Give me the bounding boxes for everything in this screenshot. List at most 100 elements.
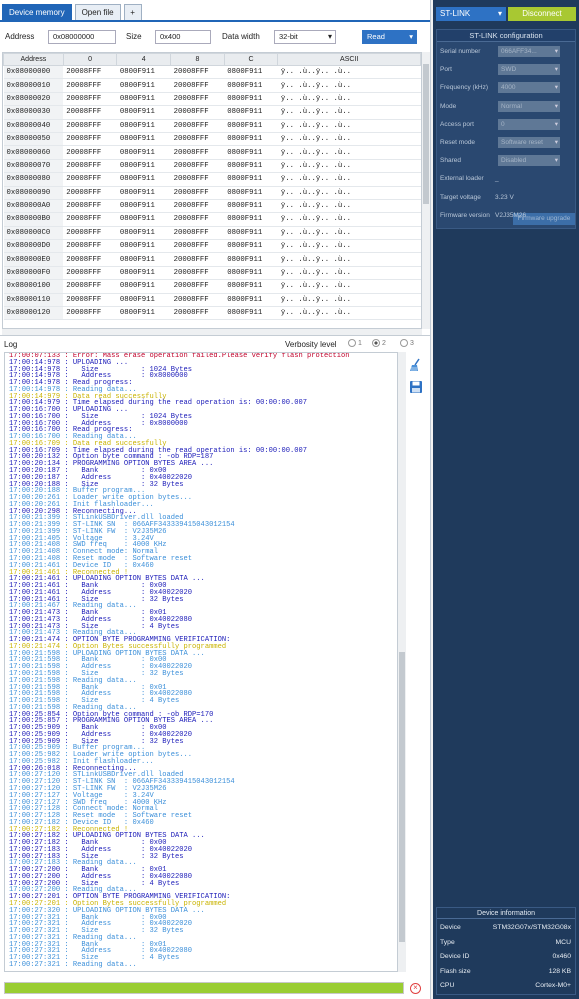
ascii-cell[interactable]: ÿ.. .ù..ÿ.. .ù.. (277, 199, 421, 214)
memory-value-cell[interactable]: 0800F911 (116, 65, 171, 80)
ascii-cell[interactable]: ÿ.. .ù..ÿ.. .ù.. (277, 65, 421, 80)
config-select[interactable]: SWD (498, 64, 560, 76)
memory-address-cell[interactable]: 0x080000A0 (3, 199, 64, 214)
config-select[interactable]: Software reset (498, 137, 560, 148)
memory-value-cell[interactable]: 0800F911 (224, 105, 278, 120)
memory-row[interactable]: 0x08000090 20008FFF 0800F911 20008FFF 0800F9… (3, 186, 421, 200)
ascii-cell[interactable]: ÿ.. .ù..ÿ.. .ù.. (277, 212, 421, 227)
add-tab-button[interactable]: + (123, 4, 142, 20)
ascii-cell[interactable]: ÿ.. .ù..ÿ.. .ù.. (277, 306, 421, 321)
memory-row[interactable]: 0x08000000 20008FFF 0800F911 20008FFF 0800F9… (3, 65, 421, 80)
memory-value-cell[interactable]: 0800F911 (116, 252, 171, 267)
memory-row[interactable]: 0x080000C0 20008FFF 0800F911 20008FFF 0800F9… (3, 226, 421, 241)
ascii-cell[interactable]: ÿ.. .ù..ÿ.. .ù.. (277, 226, 421, 241)
memory-value-cell[interactable]: 0800F911 (116, 199, 171, 214)
memory-value-cell[interactable]: 0800F911 (116, 92, 171, 107)
memory-value-cell[interactable]: 0800F911 (224, 239, 278, 254)
memory-value-cell[interactable]: 20008FFF (170, 132, 225, 147)
memory-value-cell[interactable]: 0800F911 (116, 279, 171, 294)
memory-row[interactable]: 0x08000060 20008FFF 0800F911 20008FFF 0800F9… (3, 145, 421, 160)
panel-splitter[interactable] (0, 335, 430, 336)
memory-value-cell[interactable]: 0800F911 (116, 306, 171, 321)
ascii-cell[interactable]: ÿ.. .ù..ÿ.. .ù.. (277, 293, 421, 308)
memory-value-cell[interactable]: 0800F911 (116, 293, 171, 308)
memory-value-cell[interactable]: 0800F911 (224, 252, 278, 267)
memory-value-cell[interactable]: 20008FFF (63, 145, 117, 160)
memory-value-cell[interactable]: 0800F911 (116, 226, 171, 241)
memory-value-cell[interactable]: 0800F911 (224, 172, 278, 187)
memory-value-cell[interactable]: 0800F911 (116, 119, 171, 133)
memory-row[interactable]: 0x08000040 20008FFF 0800F911 20008FFF 0800F9… (3, 119, 421, 133)
disconnect-button[interactable]: Disconnect (508, 7, 576, 21)
memory-value-cell[interactable]: 20008FFF (170, 226, 225, 241)
memory-address-cell[interactable]: 0x08000070 (3, 159, 64, 174)
ascii-cell[interactable]: ÿ.. .ù..ÿ.. .ù.. (277, 279, 421, 294)
ascii-cell[interactable]: ÿ.. .ù..ÿ.. .ù.. (277, 92, 421, 107)
memory-row[interactable]: 0x08000010 20008FFF 0800F911 20008FFF 0800F9… (3, 78, 421, 93)
memory-value-cell[interactable]: 0800F911 (116, 266, 171, 281)
address-input[interactable]: 0x08000000 (48, 30, 116, 44)
ascii-cell[interactable]: ÿ.. .ù..ÿ.. .ù.. (277, 159, 421, 174)
probe-select[interactable]: ST-LINK (436, 7, 506, 21)
memory-value-cell[interactable]: 0800F911 (224, 186, 278, 200)
memory-value-cell[interactable]: 20008FFF (170, 119, 225, 133)
ascii-cell[interactable]: ÿ.. .ù..ÿ.. .ù.. (277, 186, 421, 200)
memory-value-cell[interactable]: 0800F911 (116, 145, 171, 160)
memory-row[interactable]: 0x08000110 20008FFF 0800F911 20008FFF 0800F9… (3, 293, 421, 308)
memory-value-cell[interactable]: 0800F911 (224, 92, 278, 107)
memory-address-cell[interactable]: 0x080000D0 (3, 239, 64, 254)
verbosity-radio-1[interactable]: 1 (348, 339, 362, 347)
memory-row[interactable]: 0x08000120 20008FFF 0800F911 20008FFF 0800F9… (3, 306, 421, 321)
memory-address-cell[interactable]: 0x08000090 (3, 186, 64, 200)
memory-value-cell[interactable]: 20008FFF (63, 212, 117, 227)
verbosity-radio-2[interactable]: 2 (372, 339, 386, 347)
memory-row[interactable]: 0x08000100 20008FFF 0800F911 20008FFF 0800F9… (3, 279, 421, 294)
read-button[interactable]: Read (362, 30, 417, 44)
memory-row[interactable]: 0x080000F0 20008FFF 0800F911 20008FFF 0800F9… (3, 266, 421, 281)
memory-value-cell[interactable]: 20008FFF (170, 239, 225, 254)
datawidth-select[interactable]: 32-bit (274, 30, 336, 44)
memory-value-cell[interactable]: 20008FFF (63, 199, 117, 214)
config-select[interactable]: 0 (498, 118, 560, 130)
scroll-thumb[interactable] (399, 652, 405, 942)
memory-address-cell[interactable]: 0x08000000 (3, 65, 64, 80)
ascii-cell[interactable]: ÿ.. .ù..ÿ.. .ù.. (277, 145, 421, 160)
memory-row[interactable]: 0x080000E0 20008FFF 0800F911 20008FFF 0800F9… (3, 252, 421, 267)
column-header[interactable]: 8 (170, 53, 225, 66)
memory-value-cell[interactable]: 20008FFF (63, 172, 117, 187)
memory-value-cell[interactable]: 0800F911 (116, 105, 171, 120)
memory-value-cell[interactable]: 20008FFF (63, 239, 117, 254)
memory-value-cell[interactable]: 0800F911 (224, 293, 278, 308)
memory-row[interactable]: 0x08000070 20008FFF 0800F911 20008FFF 0800F9… (3, 159, 421, 174)
memory-value-cell[interactable]: 20008FFF (170, 159, 225, 174)
memory-value-cell[interactable]: 0800F911 (224, 226, 278, 241)
memory-value-cell[interactable]: 20008FFF (63, 119, 117, 133)
tab-device-memory[interactable]: Device memory (2, 4, 72, 20)
memory-value-cell[interactable]: 20008FFF (63, 105, 117, 120)
memory-row[interactable]: 0x080000D0 20008FFF 0800F911 20008FFF 0800F9… (3, 239, 421, 254)
memory-row[interactable]: 0x080000A0 20008FFF 0800F911 20008FFF 0800F9… (3, 199, 421, 214)
ascii-cell[interactable]: ÿ.. .ù..ÿ.. .ù.. (277, 252, 421, 267)
ascii-cell[interactable]: ÿ.. .ù..ÿ.. .ù.. (277, 266, 421, 281)
broom-icon[interactable] (409, 358, 423, 372)
memory-value-cell[interactable]: 0800F911 (224, 159, 278, 174)
memory-value-cell[interactable]: 0800F911 (224, 145, 278, 160)
memory-value-cell[interactable]: 20008FFF (170, 266, 225, 281)
memory-value-cell[interactable]: 0800F911 (224, 132, 278, 147)
memory-value-cell[interactable]: 20008FFF (63, 306, 117, 321)
ascii-cell[interactable]: ÿ.. .ù..ÿ.. .ù.. (277, 119, 421, 133)
memory-value-cell[interactable]: 20008FFF (170, 199, 225, 214)
memory-value-cell[interactable]: 0800F911 (224, 78, 278, 93)
memory-value-cell[interactable]: 20008FFF (170, 186, 225, 200)
memory-value-cell[interactable]: 0800F911 (116, 172, 171, 187)
verbosity-radio-3[interactable]: 3 (400, 339, 414, 347)
column-header[interactable]: Address (3, 53, 64, 66)
memory-row[interactable]: 0x08000080 20008FFF 0800F911 20008FFF 0800F9… (3, 172, 421, 187)
memory-value-cell[interactable]: 20008FFF (170, 252, 225, 267)
memory-row[interactable]: 0x08000020 20008FFF 0800F911 20008FFF 0800F9… (3, 92, 421, 107)
memory-value-cell[interactable]: 20008FFF (170, 145, 225, 160)
memory-address-cell[interactable]: 0x08000100 (3, 279, 64, 294)
memory-value-cell[interactable]: 20008FFF (63, 226, 117, 241)
memory-address-cell[interactable]: 0x08000080 (3, 172, 64, 187)
memory-address-cell[interactable]: 0x080000E0 (3, 252, 64, 267)
